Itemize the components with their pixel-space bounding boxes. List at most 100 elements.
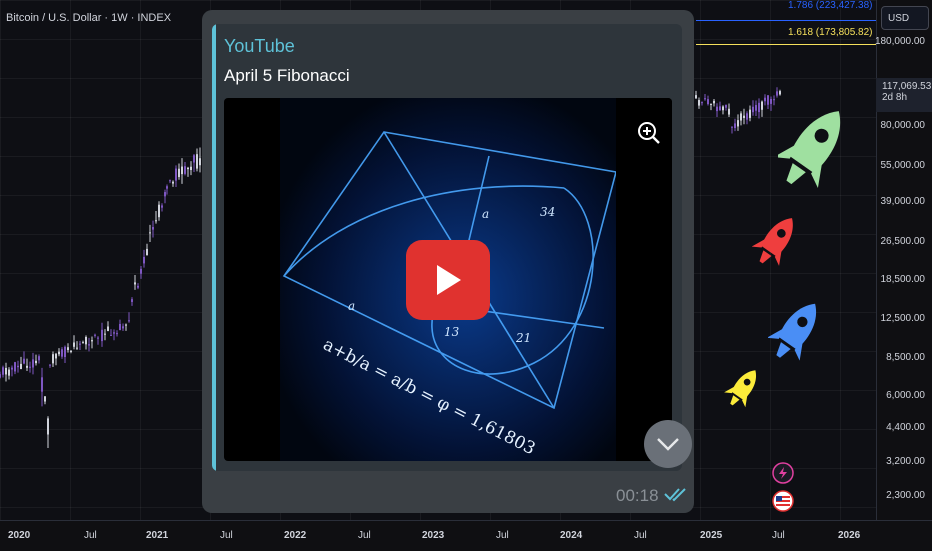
candle-body: [49, 364, 51, 366]
candle-body: [743, 115, 745, 118]
currency-button[interactable]: USD: [881, 6, 929, 30]
zoom-in-icon[interactable]: [636, 120, 662, 146]
candle-body: [143, 256, 145, 264]
candle-body: [41, 377, 43, 392]
candle-body: [716, 106, 718, 112]
fib-line-1618[interactable]: [696, 44, 876, 45]
candle-body: [38, 356, 40, 361]
candle-body: [94, 334, 96, 336]
candle-body: [172, 181, 174, 184]
candle-body: [719, 106, 721, 111]
candle-body: [11, 367, 13, 370]
last-price-label: 117,069.53 2d 8h: [876, 78, 932, 112]
candle-body: [767, 95, 769, 105]
candle-body: [746, 113, 748, 120]
candle-body: [181, 166, 183, 175]
candle-body: [707, 99, 709, 105]
time-tick: Jul: [84, 530, 97, 541]
message-time: 00:18: [616, 486, 659, 505]
chevron-down-icon: [657, 438, 679, 451]
candle-body: [713, 100, 715, 104]
time-axis[interactable]: 2020 Jul 2021 Jul 2022 Jul 2023 Jul 2024…: [0, 520, 932, 551]
candle-body: [175, 168, 177, 181]
candle-body: [88, 344, 90, 346]
time-tick: 2023: [422, 530, 445, 541]
candle-body: [178, 168, 180, 178]
candle-body: [164, 192, 166, 197]
candle-body: [764, 97, 766, 102]
candle-body: [107, 326, 109, 331]
candle-body: [119, 323, 121, 330]
us-flag-event-icon[interactable]: [772, 490, 794, 512]
candle-body: [749, 109, 751, 118]
video-thumbnail[interactable]: a 34 13 21 a a+b/a = a/b = φ = 1,61803: [224, 98, 672, 461]
time-tick: 2025: [700, 530, 723, 541]
quote-accent-bar: [212, 24, 216, 471]
rocket-icon: [752, 218, 793, 266]
price-tick: 39,000.00: [880, 196, 926, 207]
time-tick: 2026: [838, 530, 861, 541]
thumb-label: 13: [444, 325, 460, 339]
video-title[interactable]: April 5 Fibonacci: [224, 66, 350, 86]
candle-body: [199, 158, 201, 166]
candle-body: [125, 324, 127, 326]
candle-body: [82, 342, 84, 344]
candle-body: [110, 334, 112, 336]
double-check-icon: [664, 488, 686, 502]
candle-body: [70, 350, 72, 353]
thumb-label: 34: [540, 205, 555, 219]
rocket-icon: [778, 111, 841, 189]
time-tick: Jul: [634, 530, 647, 541]
price-tick: 3,200.00: [886, 456, 925, 467]
thumb-label: 21: [515, 331, 531, 345]
candle-body: [710, 103, 712, 105]
fib-label-1618: 1.618 (173,805.82): [788, 27, 873, 38]
candle-body: [761, 101, 763, 110]
candle-body: [113, 332, 115, 334]
candle-body: [728, 108, 730, 115]
candle-body: [149, 232, 151, 234]
candle-body: [152, 227, 154, 230]
candle-body: [79, 343, 81, 345]
time-tick: 2024: [560, 530, 583, 541]
candle-body: [158, 204, 160, 218]
candle-body: [161, 205, 163, 208]
candle-body: [184, 166, 186, 174]
fib-line-1786[interactable]: [696, 20, 876, 21]
candle-body: [76, 347, 78, 349]
candle-body: [116, 333, 118, 335]
candle-body: [2, 367, 4, 375]
candle-body: [190, 166, 192, 170]
price-tick: 8,500.00: [886, 352, 925, 363]
candle-body: [29, 366, 31, 368]
rocket-icon: [768, 303, 817, 361]
candle-body: [773, 99, 775, 101]
link-source[interactable]: YouTube: [224, 36, 295, 57]
thumb-label: a: [348, 299, 355, 313]
candle-body: [67, 347, 69, 351]
candle-body: [85, 336, 87, 345]
message-bubble: YouTube April 5 Fibonacci a 34 13 21 a a…: [212, 24, 682, 471]
event-marker-icon[interactable]: [772, 462, 794, 484]
candle-body: [0, 374, 1, 378]
time-tick: 2022: [284, 530, 307, 541]
candle-body: [169, 180, 171, 182]
candle-body: [101, 329, 103, 342]
price-tick: 18,500.00: [880, 274, 926, 285]
scroll-down-button[interactable]: [644, 420, 692, 468]
rocket-icon: [724, 370, 756, 408]
candle-body: [166, 186, 168, 189]
candle-body: [64, 346, 66, 358]
candle-body: [137, 285, 139, 288]
time-tick: Jul: [358, 530, 371, 541]
candle-body: [122, 326, 124, 329]
candle-body: [17, 365, 19, 368]
play-button[interactable]: [406, 240, 490, 320]
candle-body: [755, 105, 757, 111]
price-tick: 180,000.00: [874, 36, 925, 47]
play-icon: [437, 265, 461, 295]
symbol-title[interactable]: Bitcoin / U.S. Dollar · 1W · INDEX: [6, 12, 171, 24]
message-popup[interactable]: YouTube April 5 Fibonacci a 34 13 21 a a…: [202, 10, 694, 513]
price-tick: 2,300.00: [886, 490, 925, 501]
candle-body: [104, 333, 106, 335]
